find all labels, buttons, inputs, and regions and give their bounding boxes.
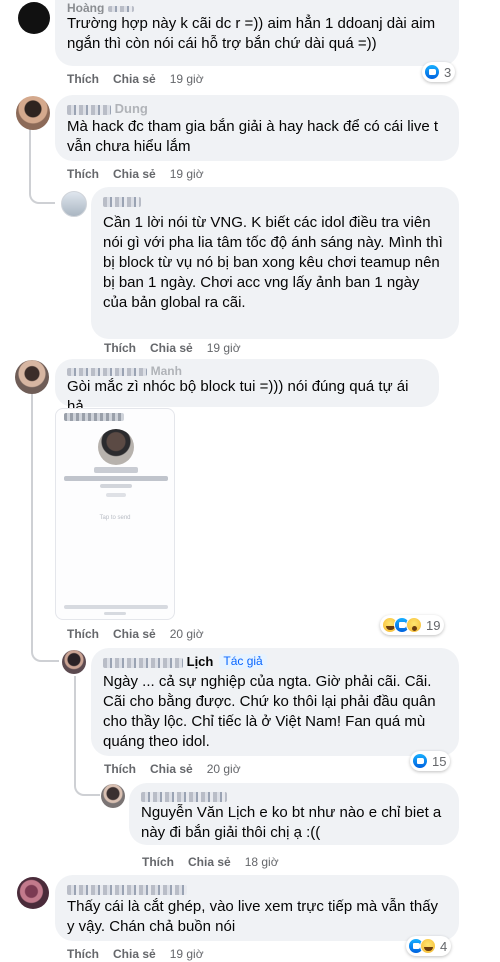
like-button[interactable]: Thích [142, 855, 174, 869]
thread-line [31, 392, 33, 648]
reaction-summary[interactable]: 4 [406, 936, 452, 956]
profile-photo-icon [98, 429, 134, 465]
share-button[interactable]: Chia sẻ [113, 627, 156, 641]
reaction-summary[interactable]: 19 [380, 615, 445, 635]
comment-bubble: Manh Gòi mắc zì nhóc bộ block tui =))) n… [55, 359, 439, 415]
comment-bubble: Lịch Tác giả Ngày ... cả sự nghiệp của ng… [91, 648, 459, 756]
comment-text: Ngày ... cả sự nghiệp của ngta. Giờ phải… [103, 673, 436, 750]
thread-connector [31, 646, 59, 662]
haha-reaction-icon [420, 938, 436, 954]
comment-bubble: Nguyễn Văn Lịch e ko bt như nào e chỉ bi… [129, 783, 459, 845]
comment-actions: Thích Chia sẻ 20 giờ [104, 761, 241, 777]
comment-bubble: Hoàng Trường hợp này k cãi dc r =)) aim … [55, 0, 459, 66]
comment-actions: Thích Chia sẻ 20 giờ [67, 626, 204, 642]
avatar[interactable] [17, 877, 49, 909]
comment-bubble: Cần 1 lời nói từ VNG. K biết các idol đi… [91, 187, 459, 339]
thread-connector [74, 770, 100, 796]
reaction-count: 15 [432, 753, 447, 769]
share-button[interactable]: Chia sẻ [113, 72, 156, 86]
timestamp[interactable]: 18 giờ [245, 855, 279, 869]
share-button[interactable]: Chia sẻ [113, 167, 156, 181]
comment-text: Mà hack đc tham gia bắn giải à hay hack … [67, 118, 439, 155]
comment-author[interactable] [103, 193, 447, 209]
reaction-count: 3 [444, 64, 452, 80]
avatar[interactable] [61, 191, 87, 217]
author-badge: Tác giả [219, 654, 267, 669]
comment-text: Nguyễn Văn Lịch e ko bt như nào e chỉ bi… [141, 804, 442, 841]
attachment-image[interactable]: Tap to send [55, 408, 175, 620]
comment-bubble: Thấy cái là cắt ghép, vào live xem trực … [55, 875, 459, 941]
like-button[interactable]: Thích [67, 72, 99, 86]
comment-actions: Thích Chia sẻ 19 giờ [67, 166, 204, 182]
like-reaction-icon [424, 64, 440, 80]
wow-reaction-icon [406, 617, 422, 633]
like-reaction-icon [412, 753, 428, 769]
comment-actions: Thích Chia sẻ 19 giờ [67, 71, 204, 87]
comment-author[interactable]: Manh [67, 365, 427, 377]
comment-actions: Thích Chia sẻ 19 giờ [67, 946, 204, 962]
avatar[interactable] [18, 2, 50, 34]
thread-connector [29, 180, 55, 204]
comment-text: Cần 1 lời nói từ VNG. K biết các idol đi… [103, 214, 443, 311]
reaction-count: 19 [426, 617, 441, 633]
reaction-count: 4 [440, 938, 448, 954]
timestamp[interactable]: 19 giờ [170, 947, 204, 961]
comment-actions: Thích Chia sẻ 19 giờ [104, 340, 241, 356]
like-button[interactable]: Thích [104, 341, 136, 355]
share-button[interactable]: Chia sẻ [188, 855, 231, 869]
comment-bubble: Dung Mà hack đc tham gia bắn giải à hay … [55, 95, 459, 161]
thread-line [29, 128, 31, 182]
like-button[interactable]: Thích [67, 947, 99, 961]
avatar[interactable] [15, 360, 49, 394]
timestamp[interactable]: 20 giờ [207, 762, 241, 776]
avatar[interactable] [62, 650, 86, 674]
comment-author[interactable]: Hoàng [67, 2, 447, 14]
comment-author[interactable]: Dung [67, 101, 447, 117]
avatar[interactable] [101, 784, 125, 808]
like-button[interactable]: Thích [67, 167, 99, 181]
comment-author[interactable] [141, 789, 447, 803]
comment-author[interactable] [67, 881, 447, 897]
share-button[interactable]: Chia sẻ [150, 762, 193, 776]
thread-line [74, 676, 76, 772]
avatar[interactable] [16, 96, 50, 130]
like-button[interactable]: Thích [104, 762, 136, 776]
reaction-summary[interactable]: 3 [422, 62, 456, 82]
share-button[interactable]: Chia sẻ [150, 341, 193, 355]
like-button[interactable]: Thích [67, 627, 99, 641]
comment-text: Trường hợp này k cãi dc r =)) aim hẳn 1 … [67, 15, 436, 52]
reaction-summary[interactable]: 15 [410, 751, 451, 771]
timestamp[interactable]: 19 giờ [207, 341, 241, 355]
timestamp[interactable]: 19 giờ [170, 167, 204, 181]
share-button[interactable]: Chia sẻ [113, 947, 156, 961]
comment-actions: Thích Chia sẻ 18 giờ [142, 854, 279, 870]
tap-to-send-label: Tap to send [99, 515, 131, 521]
timestamp[interactable]: 20 giờ [170, 627, 204, 641]
timestamp[interactable]: 19 giờ [170, 72, 204, 86]
comment-author[interactable]: Lịch Tác giả [103, 654, 447, 670]
comment-text: Thấy cái là cắt ghép, vào live xem trực … [67, 898, 439, 935]
